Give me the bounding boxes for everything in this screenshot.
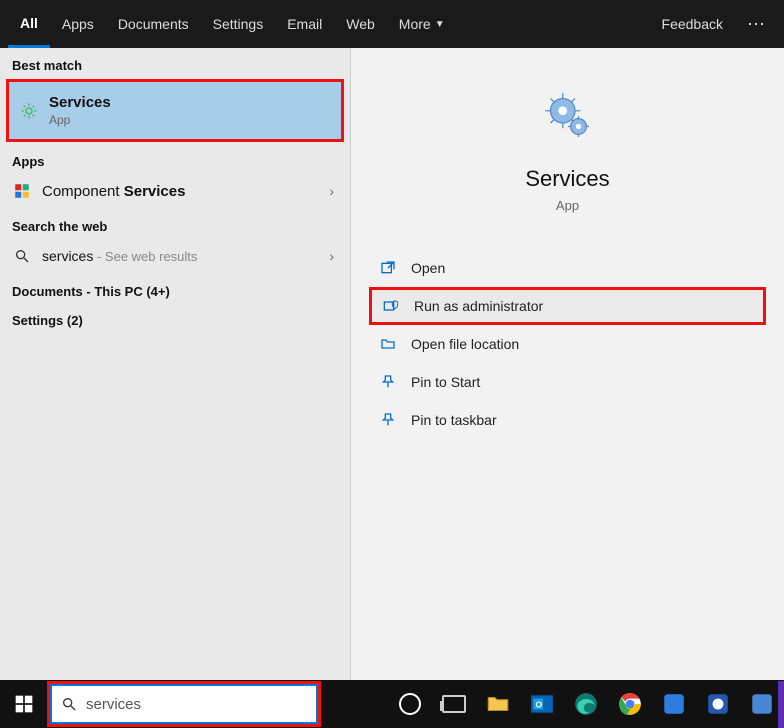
pin-icon — [379, 373, 397, 391]
tab-documents[interactable]: Documents — [106, 0, 201, 48]
action-label: Run as administrator — [414, 298, 543, 314]
section-best-match: Best match — [0, 48, 350, 77]
action-label: Pin to taskbar — [411, 412, 497, 428]
taskbar-app-outlook[interactable]: O — [520, 680, 564, 728]
taskbar-app-edge[interactable] — [564, 680, 608, 728]
tab-email[interactable]: Email — [275, 0, 334, 48]
result-services-app[interactable]: Services App — [9, 82, 341, 139]
search-filter-tabs: All Apps Documents Settings Email Web Mo… — [0, 0, 784, 48]
component-services-icon — [12, 181, 32, 201]
taskbar-app-teams[interactable] — [778, 681, 784, 728]
taskbar-search-box[interactable] — [50, 684, 318, 724]
section-documents[interactable]: Documents - This PC (4+) — [0, 274, 350, 303]
highlight-search-box — [47, 681, 321, 727]
web-hint: - See web results — [93, 249, 197, 264]
result-subtitle: App — [49, 113, 331, 127]
chevron-right-icon[interactable]: › — [325, 248, 338, 264]
pin-icon — [379, 411, 397, 429]
gear-icon — [19, 101, 39, 121]
web-query: services — [42, 248, 93, 264]
detail-subtitle: App — [556, 198, 579, 213]
task-view-button[interactable] — [432, 680, 476, 728]
section-web: Search the web — [0, 209, 350, 238]
search-icon — [52, 696, 86, 712]
action-open-file-location[interactable]: Open file location — [351, 325, 784, 363]
tab-more[interactable]: More ▼ — [387, 0, 457, 48]
result-web-search[interactable]: services - See web results › — [0, 238, 350, 274]
action-label: Open file location — [411, 336, 519, 352]
more-options-icon[interactable]: ⋯ — [737, 14, 776, 35]
section-settings[interactable]: Settings (2) — [0, 303, 350, 332]
tab-all[interactable]: All — [8, 0, 50, 48]
taskbar-app-generic-1[interactable] — [652, 680, 696, 728]
taskbar-app-chrome[interactable] — [608, 680, 652, 728]
result-title: Services — [49, 94, 331, 111]
search-results-list: Best match Services App Apps Component S… — [0, 48, 350, 680]
tab-settings[interactable]: Settings — [201, 0, 276, 48]
action-pin-to-taskbar[interactable]: Pin to taskbar — [351, 401, 784, 439]
taskbar: O — [0, 680, 784, 728]
admin-shield-icon — [382, 297, 400, 315]
cortana-button[interactable] — [388, 680, 432, 728]
tab-more-label: More — [399, 16, 431, 32]
highlight-best-match: Services App — [6, 79, 344, 142]
result-title: Component Services — [42, 183, 185, 200]
action-label: Open — [411, 260, 445, 276]
tab-apps[interactable]: Apps — [50, 0, 106, 48]
taskbar-app-file-explorer[interactable] — [476, 680, 520, 728]
action-label: Pin to Start — [411, 374, 480, 390]
action-run-as-admin[interactable]: Run as administrator — [369, 287, 766, 325]
taskbar-app-generic-2[interactable] — [696, 680, 740, 728]
result-component-services[interactable]: Component Services › — [0, 173, 350, 209]
svg-text:O: O — [536, 699, 543, 709]
action-pin-to-start[interactable]: Pin to Start — [351, 363, 784, 401]
folder-icon — [379, 335, 397, 353]
start-button[interactable] — [0, 680, 48, 728]
search-icon — [12, 246, 32, 266]
search-input[interactable] — [86, 696, 316, 713]
chevron-right-icon[interactable]: › — [325, 183, 338, 199]
section-apps: Apps — [0, 144, 350, 173]
open-icon — [379, 259, 397, 277]
tab-web[interactable]: Web — [334, 0, 387, 48]
detail-title: Services — [525, 166, 609, 192]
action-open[interactable]: Open — [351, 249, 784, 287]
services-gear-icon — [540, 88, 596, 144]
feedback-link[interactable]: Feedback — [648, 0, 737, 48]
result-detail-pane: Services App Open Run as administrator O… — [350, 48, 784, 680]
chevron-down-icon: ▼ — [435, 19, 445, 30]
